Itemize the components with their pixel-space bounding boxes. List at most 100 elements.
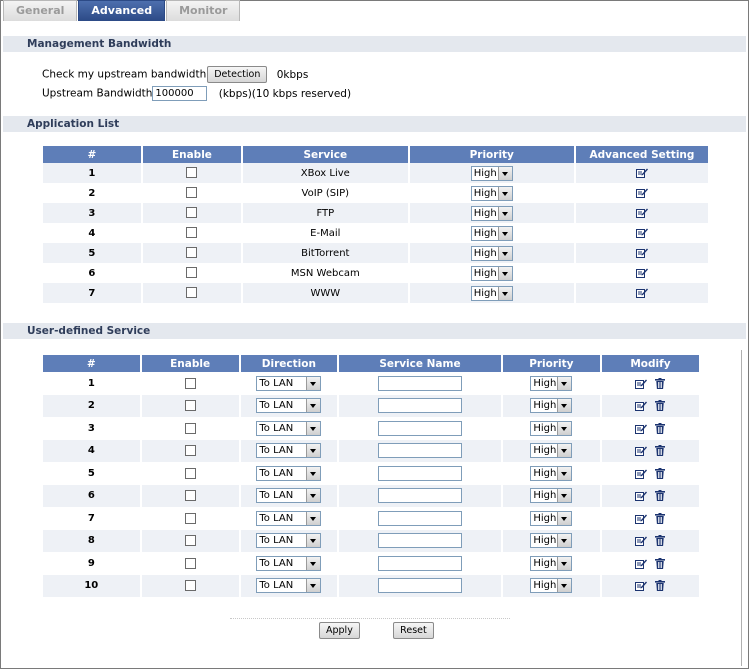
enable-checkbox[interactable] bbox=[186, 287, 198, 299]
enable-checkbox[interactable] bbox=[184, 422, 196, 434]
direction-select[interactable]: To LAN bbox=[256, 375, 322, 391]
priority-select[interactable]: High bbox=[530, 398, 573, 414]
priority-select[interactable]: High bbox=[530, 420, 573, 436]
direction-select[interactable]: To LAN bbox=[256, 578, 322, 594]
direction-select[interactable]: To LAN bbox=[256, 420, 322, 436]
reset-button[interactable]: Reset bbox=[393, 622, 434, 639]
edit-icon[interactable] bbox=[635, 423, 648, 434]
chevron-down-icon[interactable] bbox=[306, 511, 321, 525]
tab-monitor[interactable]: Monitor bbox=[166, 0, 241, 21]
priority-select[interactable]: High bbox=[530, 578, 573, 594]
chevron-down-icon[interactable] bbox=[497, 226, 512, 240]
service-name-input[interactable] bbox=[377, 555, 462, 571]
edit-icon[interactable] bbox=[635, 247, 648, 259]
trash-icon[interactable] bbox=[655, 445, 666, 456]
enable-checkbox[interactable] bbox=[186, 227, 198, 239]
chevron-down-icon[interactable] bbox=[557, 511, 572, 525]
trash-icon[interactable] bbox=[655, 377, 666, 389]
chevron-down-icon[interactable] bbox=[497, 266, 512, 280]
enable-checkbox[interactable] bbox=[184, 535, 196, 546]
edit-icon[interactable] bbox=[635, 490, 648, 501]
priority-select[interactable]: High bbox=[470, 165, 513, 181]
enable-checkbox[interactable] bbox=[184, 490, 196, 501]
enable-checkbox[interactable] bbox=[186, 247, 198, 259]
direction-select[interactable]: To LAN bbox=[256, 510, 322, 526]
edit-icon[interactable] bbox=[635, 580, 648, 591]
edit-icon[interactable] bbox=[635, 445, 648, 456]
trash-icon[interactable] bbox=[655, 580, 666, 591]
enable-checkbox[interactable] bbox=[186, 167, 198, 179]
service-name-input[interactable] bbox=[377, 488, 462, 504]
direction-select[interactable]: To LAN bbox=[256, 533, 322, 549]
chevron-down-icon[interactable] bbox=[557, 556, 572, 570]
service-name-input[interactable] bbox=[377, 398, 462, 414]
priority-select[interactable]: High bbox=[470, 265, 513, 281]
direction-select[interactable]: To LAN bbox=[256, 465, 322, 481]
apply-button[interactable]: Apply bbox=[319, 622, 360, 639]
service-name-input[interactable] bbox=[377, 420, 462, 436]
edit-icon[interactable] bbox=[635, 378, 648, 389]
chevron-down-icon[interactable] bbox=[557, 534, 572, 548]
priority-select[interactable]: High bbox=[530, 533, 573, 549]
service-name-input[interactable] bbox=[377, 510, 462, 526]
chevron-down-icon[interactable] bbox=[497, 246, 512, 260]
edit-icon[interactable] bbox=[635, 535, 648, 546]
priority-select[interactable]: High bbox=[530, 465, 573, 481]
trash-icon[interactable] bbox=[655, 422, 666, 434]
chevron-down-icon[interactable] bbox=[306, 556, 321, 570]
edit-icon[interactable] bbox=[635, 468, 648, 479]
chevron-down-icon[interactable] bbox=[557, 376, 572, 390]
edit-icon[interactable] bbox=[635, 513, 648, 524]
direction-select[interactable]: To LAN bbox=[256, 555, 322, 571]
trash-icon[interactable] bbox=[655, 490, 666, 501]
trash-icon[interactable] bbox=[655, 535, 666, 546]
priority-select[interactable]: High bbox=[470, 225, 513, 241]
chevron-down-icon[interactable] bbox=[557, 444, 572, 458]
edit-icon[interactable] bbox=[635, 187, 648, 199]
direction-select[interactable]: To LAN bbox=[256, 443, 322, 459]
chevron-down-icon[interactable] bbox=[306, 444, 321, 458]
chevron-down-icon[interactable] bbox=[306, 421, 321, 435]
priority-select[interactable]: High bbox=[530, 488, 573, 504]
chevron-down-icon[interactable] bbox=[497, 286, 512, 300]
enable-checkbox[interactable] bbox=[184, 467, 196, 479]
detection-button[interactable]: Detection bbox=[207, 66, 268, 83]
chevron-down-icon[interactable] bbox=[557, 399, 572, 413]
chevron-down-icon[interactable] bbox=[497, 186, 512, 200]
chevron-down-icon[interactable] bbox=[306, 579, 321, 593]
upstream-bandwidth-input[interactable]: 100000 bbox=[152, 86, 208, 101]
enable-checkbox[interactable] bbox=[184, 512, 196, 524]
service-name-input[interactable] bbox=[377, 578, 462, 594]
enable-checkbox[interactable] bbox=[184, 580, 196, 591]
enable-checkbox[interactable] bbox=[186, 187, 198, 199]
priority-select[interactable]: High bbox=[530, 443, 573, 459]
chevron-down-icon[interactable] bbox=[306, 489, 321, 503]
service-name-input[interactable] bbox=[377, 443, 462, 459]
priority-select[interactable]: High bbox=[530, 555, 573, 571]
priority-select[interactable]: High bbox=[470, 285, 513, 301]
priority-select[interactable]: High bbox=[530, 510, 573, 526]
service-name-input[interactable] bbox=[377, 465, 462, 481]
priority-select[interactable]: High bbox=[470, 185, 513, 201]
enable-checkbox[interactable] bbox=[184, 445, 196, 456]
chevron-down-icon[interactable] bbox=[306, 534, 321, 548]
direction-select[interactable]: To LAN bbox=[256, 488, 322, 504]
chevron-down-icon[interactable] bbox=[306, 399, 321, 413]
priority-select[interactable]: High bbox=[530, 375, 573, 391]
edit-icon[interactable] bbox=[635, 558, 648, 569]
enable-checkbox[interactable] bbox=[184, 400, 196, 411]
direction-select[interactable]: To LAN bbox=[256, 398, 322, 414]
chevron-down-icon[interactable] bbox=[557, 579, 572, 593]
service-name-input[interactable] bbox=[377, 375, 462, 391]
trash-icon[interactable] bbox=[655, 467, 666, 479]
edit-icon[interactable] bbox=[635, 267, 648, 279]
tab-advanced[interactable]: Advanced bbox=[78, 0, 166, 21]
priority-select[interactable]: High bbox=[470, 205, 513, 221]
enable-checkbox[interactable] bbox=[184, 557, 196, 569]
chevron-down-icon[interactable] bbox=[557, 466, 572, 480]
trash-icon[interactable] bbox=[655, 400, 666, 411]
chevron-down-icon[interactable] bbox=[497, 166, 512, 180]
priority-select[interactable]: High bbox=[470, 245, 513, 261]
edit-icon[interactable] bbox=[635, 167, 648, 179]
chevron-down-icon[interactable] bbox=[557, 421, 572, 435]
